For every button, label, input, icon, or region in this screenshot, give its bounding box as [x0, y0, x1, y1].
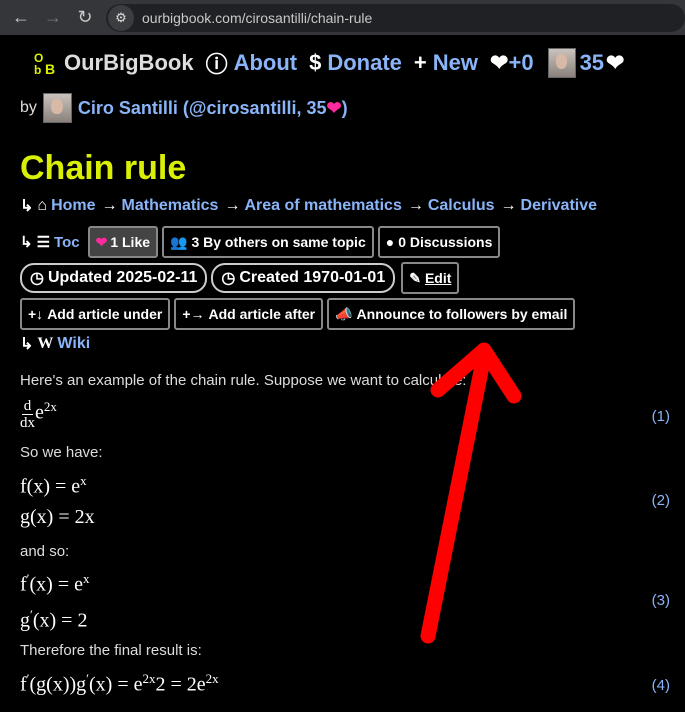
equation-2: f(x) = ex g(x) = 2x: [20, 473, 95, 528]
back-icon[interactable]: ←: [10, 7, 32, 29]
arrow-right-icon: →: [500, 197, 517, 214]
equation-number[interactable]: (3): [652, 592, 670, 609]
article: by Ciro Santilli (@cirosantilli, 35❤) Ch…: [20, 92, 670, 696]
comment-icon: ●: [385, 234, 395, 250]
page-title: Chain rule: [20, 149, 187, 187]
heart-icon: ❤: [606, 50, 625, 75]
new-link[interactable]: + New: [414, 50, 478, 76]
about-link[interactable]: ⓘ About: [206, 47, 298, 79]
heart-icon: ❤: [326, 97, 342, 118]
equation-number[interactable]: (1): [652, 408, 670, 425]
plus-right-icon: +→: [182, 306, 205, 322]
clock-icon: ◷: [221, 270, 236, 287]
arrow-right-icon: →: [407, 197, 424, 214]
equation-3: f′(x) = ex g′(x) = 2: [20, 571, 90, 632]
plus-icon: +: [413, 50, 427, 75]
equation-4: f′(g(x))g′(x) = e2x2 = 2e2x: [20, 671, 219, 696]
arrow-right-icon: →: [101, 197, 118, 214]
add-article-under-button[interactable]: +↓ Add article under: [20, 298, 171, 330]
by-others-button[interactable]: 👥 3 By others on same topic: [162, 226, 374, 258]
browser-toolbar: ← → ↻ ⚙ ourbigbook.com/cirosantilli/chai…: [0, 0, 685, 35]
like-button[interactable]: ❤ 1 Like: [87, 226, 159, 258]
forward-icon[interactable]: →: [42, 7, 64, 29]
reload-icon[interactable]: ↻: [74, 7, 96, 29]
descendant-icon: ↳: [20, 234, 33, 251]
plus-down-icon: +↓: [28, 306, 44, 322]
by-label: by: [20, 99, 37, 116]
announce-button[interactable]: 📣 Announce to followers by email: [327, 298, 576, 330]
users-icon: 👥: [170, 233, 188, 250]
ourbigbook-logo-icon[interactable]: O b B: [33, 50, 59, 76]
wikipedia-icon: W: [37, 335, 54, 352]
paragraph: So we have:: [20, 444, 103, 461]
dates-row: ◷ Updated 2025-02-11 ◷ Created 1970-01-01 …: [20, 262, 463, 294]
brand-name[interactable]: OurBigBook: [64, 50, 194, 76]
equation-number[interactable]: (4): [652, 677, 670, 694]
dollar-icon: $: [309, 50, 322, 75]
info-icon: ⓘ: [205, 52, 228, 77]
avatar: [547, 48, 576, 78]
breadcrumb-mathematics[interactable]: Mathematics: [122, 197, 219, 215]
edit-icon: ✎: [409, 269, 421, 286]
svg-text:b: b: [34, 63, 41, 76]
likes-link[interactable]: ❤ +0: [490, 50, 534, 76]
user-profile-link[interactable]: 35 ❤: [547, 48, 631, 78]
site-header: O b B OurBigBook ⓘ About $ Donate + New ❤ +0…: [0, 41, 685, 85]
breadcrumb-area-of-mathematics[interactable]: Area of mathematics: [244, 197, 401, 215]
clock-icon: ◷: [30, 270, 44, 287]
avatar[interactable]: [42, 93, 72, 123]
heart-icon: ❤: [490, 50, 509, 75]
breadcrumb-calculus[interactable]: Calculus: [428, 197, 495, 215]
created-date: ◷ Created 1970-01-01: [211, 263, 396, 293]
equation-1: d dx e2x: [20, 397, 57, 431]
site-settings-icon[interactable]: ⚙: [108, 4, 134, 31]
donate-link[interactable]: $ Donate: [309, 50, 402, 76]
equation-number[interactable]: (2): [652, 492, 670, 509]
breadcrumb-derivative[interactable]: Derivative: [521, 197, 598, 215]
breadcrumb-home[interactable]: Home: [51, 197, 95, 215]
byline: by Ciro Santilli (@cirosantilli, 35❤): [20, 92, 670, 124]
paragraph: Here's an example of the chain rule. Sup…: [20, 372, 467, 389]
discussions-button[interactable]: ● 0 Discussions: [377, 226, 501, 258]
updated-date: ◷ Updated 2025-02-11: [20, 263, 208, 293]
breadcrumb: ↳ ⌂ Home → Mathematics → Area of mathema…: [20, 196, 597, 216]
address-bar[interactable]: ⚙ ourbigbook.com/cirosantilli/chain-rule: [106, 3, 685, 32]
descendant-icon: ↳: [20, 336, 34, 353]
arrow-right-icon: →: [224, 197, 241, 214]
descendant-icon: ↳: [20, 198, 34, 215]
create-actions-row: +↓ Add article under +→ Add article after …: [20, 298, 579, 330]
home-icon: ⌂: [37, 197, 48, 214]
add-article-after-button[interactable]: +→ Add article after: [174, 298, 324, 330]
author-link[interactable]: Ciro Santilli (@cirosantilli, 35❤): [78, 98, 348, 119]
paragraph: Therefore the final result is:: [20, 642, 202, 659]
wiki-link[interactable]: Wiki: [57, 335, 90, 353]
paragraph: and so:: [20, 543, 70, 560]
megaphone-icon: 📣: [335, 305, 353, 322]
svg-text:B: B: [45, 61, 55, 76]
heart-icon: ❤: [95, 233, 108, 250]
edit-button[interactable]: ✎ Edit: [401, 262, 460, 294]
list-icon: ☰: [36, 234, 51, 251]
article-actions-row: ↳ ☰ Toc ❤ 1 Like 👥 3 By others on same top…: [20, 226, 504, 258]
toc-link[interactable]: Toc: [54, 234, 80, 251]
url-text: ourbigbook.com/cirosantilli/chain-rule: [142, 9, 373, 26]
wiki-row: ↳ W Wiki: [20, 334, 90, 354]
